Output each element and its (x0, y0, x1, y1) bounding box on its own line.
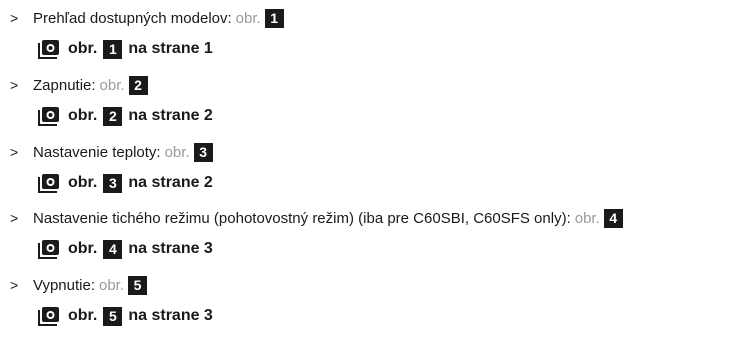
reference-page-text: na strane 3 (128, 240, 213, 257)
reference-figure-number-badge: 4 (103, 239, 123, 259)
list-item: > Nastavenie teploty: obr. 3 (10, 141, 213, 163)
figure-label: obr. (99, 76, 125, 94)
camera-icon (38, 174, 59, 193)
item-text: Zapnutie: (33, 76, 96, 94)
camera-icon (38, 240, 59, 259)
figure-label: obr. (164, 143, 190, 161)
reference-page-text: na strane 2 (128, 174, 213, 191)
figure-number-badge: 2 (128, 75, 148, 95)
chevron-right-icon: > (10, 77, 19, 93)
reference-figure-label: obr. (68, 107, 98, 124)
reference-figure-label: obr. (68, 307, 98, 324)
list-item: > Prehľad dostupných modelov: obr. 1 (10, 7, 284, 29)
figure-reference-link[interactable]: obr. 4 na strane 3 (38, 237, 213, 261)
camera-icon (38, 40, 59, 59)
reference-figure-number-badge: 2 (103, 106, 123, 126)
reference-figure-number-badge: 1 (103, 39, 123, 59)
camera-icon (38, 307, 59, 326)
item-text: Nastavenie tichého režimu (pohotovostný … (33, 209, 571, 227)
figure-reference-link[interactable]: obr. 2 na strane 2 (38, 104, 213, 128)
reference-figure-number-badge: 3 (103, 173, 123, 193)
reference-figure-label: obr. (68, 174, 98, 191)
reference-figure-number-badge: 5 (103, 306, 123, 326)
figure-label: obr. (99, 276, 125, 294)
list-item: > Nastavenie tichého režimu (pohotovostn… (10, 207, 623, 229)
camera-icon (38, 107, 59, 126)
reference-page-text: na strane 3 (128, 307, 213, 324)
reference-figure-label: obr. (68, 40, 98, 57)
figure-reference-link[interactable]: obr. 3 na strane 2 (38, 171, 213, 195)
chevron-right-icon: > (10, 210, 19, 226)
figure-number-badge: 5 (128, 275, 148, 295)
chevron-right-icon: > (10, 10, 19, 26)
item-text: Prehľad dostupných modelov: (33, 9, 232, 27)
figure-number-badge: 3 (193, 142, 213, 162)
item-text: Vypnutie: (33, 276, 95, 294)
item-text: Nastavenie teploty: (33, 143, 161, 161)
figure-reference-link[interactable]: obr. 1 na strane 1 (38, 37, 213, 61)
chevron-right-icon: > (10, 144, 19, 160)
figure-number-badge: 1 (264, 8, 284, 28)
list-item: > Vypnutie: obr. 5 (10, 274, 148, 296)
figure-label: obr. (574, 209, 600, 227)
reference-page-text: na strane 1 (128, 40, 213, 57)
figure-reference-link[interactable]: obr. 5 na strane 3 (38, 304, 213, 328)
list-item: > Zapnutie: obr. 2 (10, 74, 148, 96)
figure-label: obr. (235, 9, 261, 27)
reference-page-text: na strane 2 (128, 107, 213, 124)
figure-number-badge: 4 (603, 208, 623, 228)
chevron-right-icon: > (10, 277, 19, 293)
instruction-list: > Prehľad dostupných modelov: obr. 1 obr… (0, 0, 745, 339)
reference-figure-label: obr. (68, 240, 98, 257)
